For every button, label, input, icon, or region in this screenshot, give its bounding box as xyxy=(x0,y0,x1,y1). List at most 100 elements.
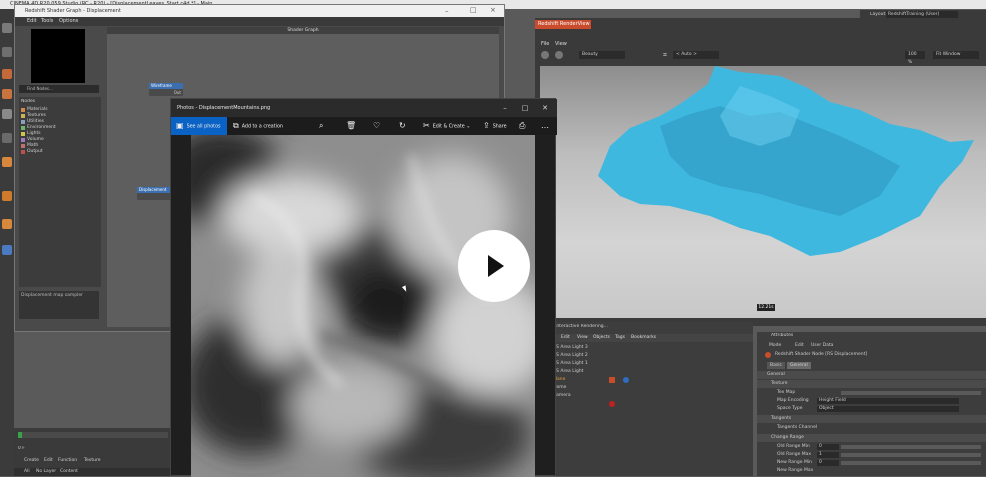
displacement-node[interactable]: Displacement xyxy=(137,187,173,200)
menu-tags[interactable]: Tags xyxy=(615,334,625,342)
tangents-section[interactable]: Tangents xyxy=(757,415,986,423)
render-icon[interactable] xyxy=(2,245,12,255)
add-to-creation-button[interactable]: ⧉ Add to a creation xyxy=(231,117,283,135)
tab-all[interactable]: All xyxy=(24,468,30,476)
minimize-icon[interactable]: – xyxy=(445,7,449,15)
fit-window-select[interactable]: Fit Window xyxy=(933,51,979,59)
old-range-min-row[interactable]: Old Range Min 0 xyxy=(757,443,986,451)
menu-mode[interactable]: Mode xyxy=(769,342,781,350)
object-row[interactable]: Camera xyxy=(553,392,613,400)
spline-icon[interactable] xyxy=(2,89,12,99)
auto-select[interactable]: < Auto > xyxy=(673,51,719,59)
object-row[interactable]: Plane xyxy=(553,376,613,384)
object-row[interactable]: RS Area Light 2 xyxy=(553,352,613,360)
object-row[interactable]: RS Area Light 3 xyxy=(553,344,613,352)
menu-user-data[interactable]: User Data xyxy=(811,342,833,350)
render-icon[interactable] xyxy=(541,51,549,59)
menu-bookmarks[interactable]: Bookmarks xyxy=(631,334,656,342)
menu-tools[interactable]: Tools xyxy=(41,17,53,26)
current-frame: 0 F xyxy=(18,446,25,451)
new-range-max-row[interactable]: New Range Max xyxy=(757,467,986,475)
menu-edit[interactable]: Edit xyxy=(561,334,570,342)
play-icon xyxy=(488,255,504,277)
zoom-icon[interactable]: ⌕ xyxy=(319,117,323,135)
layout-value[interactable]: RedshiftTraining (User) xyxy=(886,11,958,18)
render-view-tab[interactable]: Redshift RenderView xyxy=(535,20,591,29)
menu-texture[interactable]: Texture xyxy=(84,458,100,463)
tex-map-row[interactable]: Tex Map xyxy=(757,389,986,397)
zoom-value[interactable]: 100 % xyxy=(905,51,925,65)
wireframe-node[interactable]: Wireframe Out xyxy=(149,83,183,96)
stop-icon[interactable] xyxy=(555,51,563,59)
material-tag-icon[interactable] xyxy=(609,377,615,383)
map-encoding-row[interactable]: Map Encoding Height Field xyxy=(757,397,986,405)
space-type-row[interactable]: Space Type Object xyxy=(757,405,986,413)
tangents-channel-row[interactable]: Tangents Channel xyxy=(757,424,986,432)
timeline[interactable]: 0 F Create Edit Function Texture All No … xyxy=(14,428,174,476)
crop-icon[interactable]: ⌗ xyxy=(663,51,667,59)
objects-manager: Interactive Rendering... Edit View Objec… xyxy=(553,322,753,476)
objects-menubar: Edit View Objects Tags Bookmarks xyxy=(553,334,753,342)
attributes-title: Attributes xyxy=(771,333,794,338)
menu-view[interactable]: View xyxy=(577,334,588,342)
light-icon[interactable] xyxy=(2,157,12,167)
more-icon[interactable]: … xyxy=(541,117,549,135)
scene-icon[interactable] xyxy=(2,219,12,229)
menu-options[interactable]: Options xyxy=(59,17,78,26)
deformer-icon[interactable] xyxy=(2,133,12,143)
folder-icon xyxy=(21,126,25,130)
change-range-section[interactable]: Change Range xyxy=(757,434,986,442)
objects-title: Interactive Rendering... xyxy=(555,324,608,329)
object-row[interactable]: Dome xyxy=(553,384,613,392)
camera-icon[interactable] xyxy=(2,191,12,201)
menu-function[interactable]: Function xyxy=(58,458,77,463)
tab-basic[interactable]: Basic xyxy=(767,362,785,369)
object-row[interactable]: RS Area Light 1 xyxy=(553,360,613,368)
menu-edit[interactable]: Edit xyxy=(795,342,804,350)
menu-create[interactable]: Create xyxy=(24,458,39,463)
see-all-photos-button[interactable]: ▣ See all photos xyxy=(171,117,227,135)
undo-icon[interactable] xyxy=(2,23,12,33)
wireframe-out-port[interactable]: Out xyxy=(174,90,181,95)
print-icon[interactable]: ⎙ xyxy=(519,117,525,135)
sphere-tag-icon[interactable] xyxy=(623,377,629,383)
menu-view[interactable]: View xyxy=(555,40,567,48)
timeline-ruler[interactable] xyxy=(18,432,168,438)
record-tag-icon[interactable] xyxy=(609,401,615,407)
node-category[interactable]: Output xyxy=(21,149,43,155)
maximize-icon[interactable]: □ xyxy=(515,99,535,117)
texture-section[interactable]: Texture xyxy=(757,380,986,388)
folder-icon xyxy=(21,132,25,136)
playhead[interactable] xyxy=(18,432,22,438)
shader-graph-menubar: Edit Tools Options xyxy=(15,17,504,26)
node-library: Nodes Materials Textures Utilities Envir… xyxy=(19,97,101,287)
edit-create-button[interactable]: ✂ Edit & Create ⌄ xyxy=(423,117,470,135)
cube-icon[interactable] xyxy=(2,69,12,79)
folder-icon xyxy=(21,144,25,148)
tab-content[interactable]: Content xyxy=(60,468,78,476)
menu-file[interactable]: File xyxy=(541,40,549,48)
menu-edit[interactable]: Edit xyxy=(44,458,53,463)
photos-toolbar: ▣ See all photos ⧉ Add to a creation ⌕ 🗑 ♡… xyxy=(171,117,557,135)
object-row[interactable]: RS Area Light xyxy=(553,368,613,376)
tab-no-layer[interactable]: No Layer xyxy=(36,468,56,476)
delete-icon[interactable]: 🗑 xyxy=(346,117,356,135)
share-button[interactable]: ⇪ Share xyxy=(483,117,507,135)
menu-objects[interactable]: Objects xyxy=(593,334,610,342)
new-range-min-row[interactable]: New Range Min 0 xyxy=(757,459,986,467)
move-icon[interactable] xyxy=(2,47,12,57)
rotate-icon[interactable]: ↻ xyxy=(399,117,406,135)
aov-select[interactable]: Beauty xyxy=(579,51,625,59)
find-nodes-input[interactable]: Find Nodes... xyxy=(19,85,99,93)
minimize-icon[interactable]: – xyxy=(495,99,515,117)
close-icon[interactable]: ✕ xyxy=(535,99,555,117)
node-description: Displacement map sampler xyxy=(19,291,99,319)
material-menubar: Create Edit Function Texture xyxy=(14,458,174,466)
tab-general[interactable]: General xyxy=(787,362,811,369)
close-icon[interactable]: × xyxy=(490,6,496,14)
favorite-icon[interactable]: ♡ xyxy=(373,117,380,135)
maximize-icon[interactable]: □ xyxy=(470,6,477,14)
old-range-max-row[interactable]: Old Range Max 1 xyxy=(757,451,986,459)
nurbs-icon[interactable] xyxy=(2,109,12,119)
menu-edit[interactable]: Edit xyxy=(27,17,37,26)
